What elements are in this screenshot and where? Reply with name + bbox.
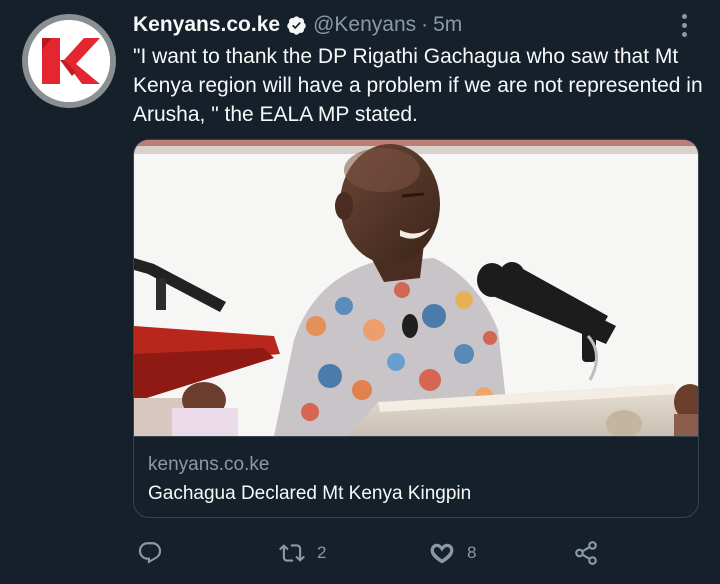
reply-button[interactable] xyxy=(137,536,175,570)
verified-badge-icon xyxy=(287,15,306,35)
tweet-header: Kenyans.co.ke @Kenyans · 5m xyxy=(133,12,462,38)
card-title[interactable]: Gachagua Declared Mt Kenya Kingpin xyxy=(148,481,686,507)
card-image xyxy=(134,140,698,436)
tweet-text: "I want to thank the DP Rigathi Gachagua… xyxy=(133,45,703,126)
retweet-icon xyxy=(279,544,305,562)
like-count: 8 xyxy=(467,543,477,562)
kenyans-logo xyxy=(28,20,110,102)
link-card[interactable]: kenyans.co.ke Gachagua Declared Mt Kenya… xyxy=(133,139,699,518)
retweet-button[interactable]: 2 xyxy=(279,536,326,570)
share-button[interactable] xyxy=(573,536,599,570)
retweet-count: 2 xyxy=(317,543,327,562)
reply-icon xyxy=(138,542,162,564)
handle[interactable]: @Kenyans xyxy=(313,12,416,38)
card-domain: kenyans.co.ke xyxy=(148,454,270,475)
like-button[interactable]: 8 xyxy=(429,536,476,570)
display-name[interactable]: Kenyans.co.ke xyxy=(133,12,280,38)
card-meta: kenyans.co.ke Gachagua Declared Mt Kenya… xyxy=(134,436,698,517)
like-icon xyxy=(430,543,454,564)
action-bar: 2 8 xyxy=(133,536,613,570)
share-icon xyxy=(575,541,597,565)
avatar[interactable] xyxy=(22,14,116,108)
separator: · xyxy=(421,13,429,36)
tweet[interactable]: Kenyans.co.ke @Kenyans · 5m "I want to t… xyxy=(0,0,720,584)
timestamp[interactable]: 5m xyxy=(433,12,462,38)
more-icon[interactable] xyxy=(672,10,696,40)
